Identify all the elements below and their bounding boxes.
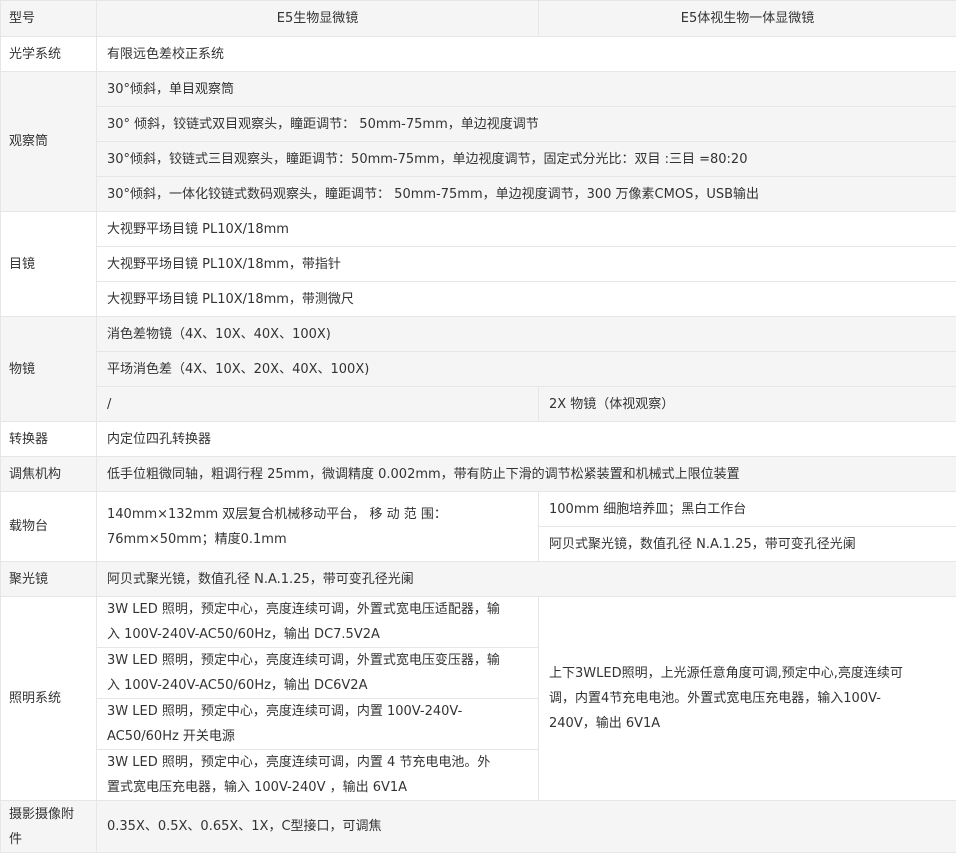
illumination-e5-item: 3W LED 照明，预定中心，亮度连续可调，内置 4 节充电电池。外 置式宽电压…	[97, 750, 539, 801]
column-header-e5: E5生物显微镜	[97, 1, 539, 37]
focusing-label: 调焦机构	[1, 457, 97, 492]
illumination-line: 3W LED 照明，预定中心，亮度连续可调，外置式宽电压变压器，输	[107, 648, 528, 673]
camera-adapter-value: 0.35X、0.5X、0.65X、1X，C型接口，可调焦	[97, 801, 956, 853]
observation-tube-label: 观察筒	[1, 72, 97, 212]
illumination-e5-item: 3W LED 照明，预定中心，亮度连续可调，外置式宽电压变压器，输 入 100V…	[97, 648, 539, 699]
table-row: 大视野平场目镜 PL10X/18mm，带指针	[1, 247, 956, 282]
observation-tube-item: 30°倾斜，铰链式三目观察头，瞳距调节：50mm-75mm，单边视度调节，固定式…	[97, 142, 956, 177]
table-row: 平场消色差（4X、10X、20X、40X、100X)	[1, 352, 956, 387]
nosepiece-row: 转换器 内定位四孔转换器	[1, 422, 956, 457]
table-row: 观察筒 30°倾斜，单目观察筒	[1, 72, 956, 107]
objective-integrated-extra: 2X 物镜（体视观察）	[539, 387, 956, 422]
illumination-line: 调，内置4节充电电池。外置式宽电压充电器，输入100V-	[549, 686, 946, 711]
focusing-value: 低手位粗微同轴，粗调行程 25mm，微调精度 0.002mm，带有防止下滑的调节…	[97, 457, 956, 492]
stage-label: 载物台	[1, 492, 97, 562]
stage-e5-value: 140mm×132mm 双层复合机械移动平台， 移 动 范 围： 76mm×50…	[97, 492, 539, 562]
eyepiece-item: 大视野平场目镜 PL10X/18mm，带指针	[97, 247, 956, 282]
observation-tube-item: 30° 倾斜，铰链式双目观察头，瞳距调节： 50mm-75mm，单边视度调节	[97, 107, 956, 142]
optical-system-label: 光学系统	[1, 37, 97, 72]
table-row: 物镜 消色差物镜（4X、10X、40X、100X)	[1, 317, 956, 352]
illumination-line: 上下3WLED照明，上光源任意角度可调,预定中心,亮度连续可	[549, 661, 946, 686]
eyepiece-label: 目镜	[1, 212, 97, 317]
eyepiece-item: 大视野平场目镜 PL10X/18mm	[97, 212, 956, 247]
condenser-label: 聚光镜	[1, 562, 97, 597]
model-label: 型号	[1, 1, 97, 37]
optical-system-row: 光学系统 有限远色差校正系统	[1, 37, 956, 72]
stage-e5-line: 140mm×132mm 双层复合机械移动平台， 移 动 范 围：	[107, 502, 528, 527]
nosepiece-label: 转换器	[1, 422, 97, 457]
column-header-e5-integrated: E5体视生物一体显微镜	[539, 1, 956, 37]
table-row: 大视野平场目镜 PL10X/18mm，带测微尺	[1, 282, 956, 317]
illumination-line: 240V，输出 6V1A	[549, 711, 946, 736]
observation-tube-item: 30°倾斜，单目观察筒	[97, 72, 956, 107]
stage-integrated-item: 阿贝式聚光镜，数值孔径 N.A.1.25，带可变孔径光阑	[539, 527, 956, 562]
observation-tube-item: 30°倾斜，一体化铰链式数码观察头，瞳距调节： 50mm-75mm，单边视度调节…	[97, 177, 956, 212]
illumination-label: 照明系统	[1, 597, 97, 801]
objective-label: 物镜	[1, 317, 97, 422]
illumination-line: 3W LED 照明，预定中心，亮度连续可调，内置 4 节充电电池。外	[107, 750, 528, 775]
condenser-value: 阿贝式聚光镜，数值孔径 N.A.1.25，带可变孔径光阑	[97, 562, 956, 597]
illumination-e5-item: 3W LED 照明，预定中心，亮度连续可调，内置 100V-240V- AC50…	[97, 699, 539, 750]
objective-e5-extra: /	[97, 387, 539, 422]
illumination-line: 置式宽电压充电器，输入 100V-240V ，输出 6V1A	[107, 775, 528, 800]
spec-table: 型号 E5生物显微镜 E5体视生物一体显微镜 光学系统 有限远色差校正系统 观察…	[0, 0, 956, 853]
objective-item: 平场消色差（4X、10X、20X、40X、100X)	[97, 352, 956, 387]
focusing-row: 调焦机构 低手位粗微同轴，粗调行程 25mm，微调精度 0.002mm，带有防止…	[1, 457, 956, 492]
table-row: 目镜 大视野平场目镜 PL10X/18mm	[1, 212, 956, 247]
table-row: 照明系统 3W LED 照明，预定中心，亮度连续可调，外置式宽电压适配器，输 入…	[1, 597, 956, 648]
illumination-line: 3W LED 照明，预定中心，亮度连续可调，内置 100V-240V-	[107, 699, 528, 724]
illumination-line: 入 100V-240V-AC50/60Hz，输出 DC7.5V2A	[107, 622, 528, 647]
camera-adapter-row: 摄影摄像附 件 0.35X、0.5X、0.65X、1X，C型接口，可调焦	[1, 801, 956, 853]
illumination-line: 3W LED 照明，预定中心，亮度连续可调，外置式宽电压适配器，输	[107, 597, 528, 622]
stage-e5-line: 76mm×50mm；精度0.1mm	[107, 527, 528, 552]
table-row: 30° 倾斜，铰链式双目观察头，瞳距调节： 50mm-75mm，单边视度调节	[1, 107, 956, 142]
nosepiece-value: 内定位四孔转换器	[97, 422, 956, 457]
header-row: 型号 E5生物显微镜 E5体视生物一体显微镜	[1, 1, 956, 37]
table-row: / 2X 物镜（体视观察）	[1, 387, 956, 422]
illumination-e5-item: 3W LED 照明，预定中心，亮度连续可调，外置式宽电压适配器，输 入 100V…	[97, 597, 539, 648]
objective-item: 消色差物镜（4X、10X、40X、100X)	[97, 317, 956, 352]
table-row: 30°倾斜，一体化铰链式数码观察头，瞳距调节： 50mm-75mm，单边视度调节…	[1, 177, 956, 212]
illumination-line: 入 100V-240V-AC50/60Hz，输出 DC6V2A	[107, 673, 528, 698]
optical-system-value: 有限远色差校正系统	[97, 37, 956, 72]
table-row: 30°倾斜，铰链式三目观察头，瞳距调节：50mm-75mm，单边视度调节，固定式…	[1, 142, 956, 177]
camera-adapter-label-line: 摄影摄像附	[9, 802, 88, 827]
camera-adapter-label-line: 件	[9, 827, 88, 852]
table-row: 载物台 140mm×132mm 双层复合机械移动平台， 移 动 范 围： 76m…	[1, 492, 956, 527]
eyepiece-item: 大视野平场目镜 PL10X/18mm，带测微尺	[97, 282, 956, 317]
stage-integrated-item: 100mm 细胞培养皿；黑白工作台	[539, 492, 956, 527]
condenser-row: 聚光镜 阿贝式聚光镜，数值孔径 N.A.1.25，带可变孔径光阑	[1, 562, 956, 597]
illumination-line: AC50/60Hz 开关电源	[107, 724, 528, 749]
camera-adapter-label: 摄影摄像附 件	[1, 801, 97, 853]
illumination-integrated-value: 上下3WLED照明，上光源任意角度可调,预定中心,亮度连续可 调，内置4节充电电…	[539, 597, 956, 801]
